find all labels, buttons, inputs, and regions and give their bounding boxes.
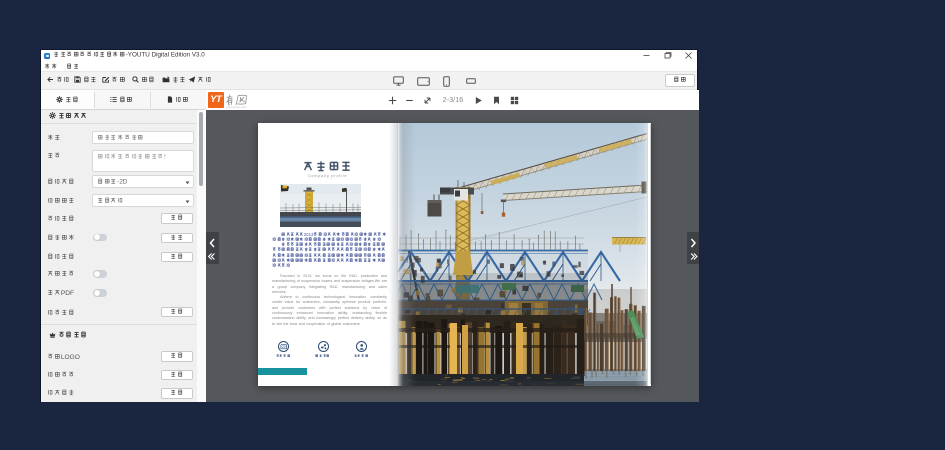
- svg-text:20: 20: [282, 345, 286, 349]
